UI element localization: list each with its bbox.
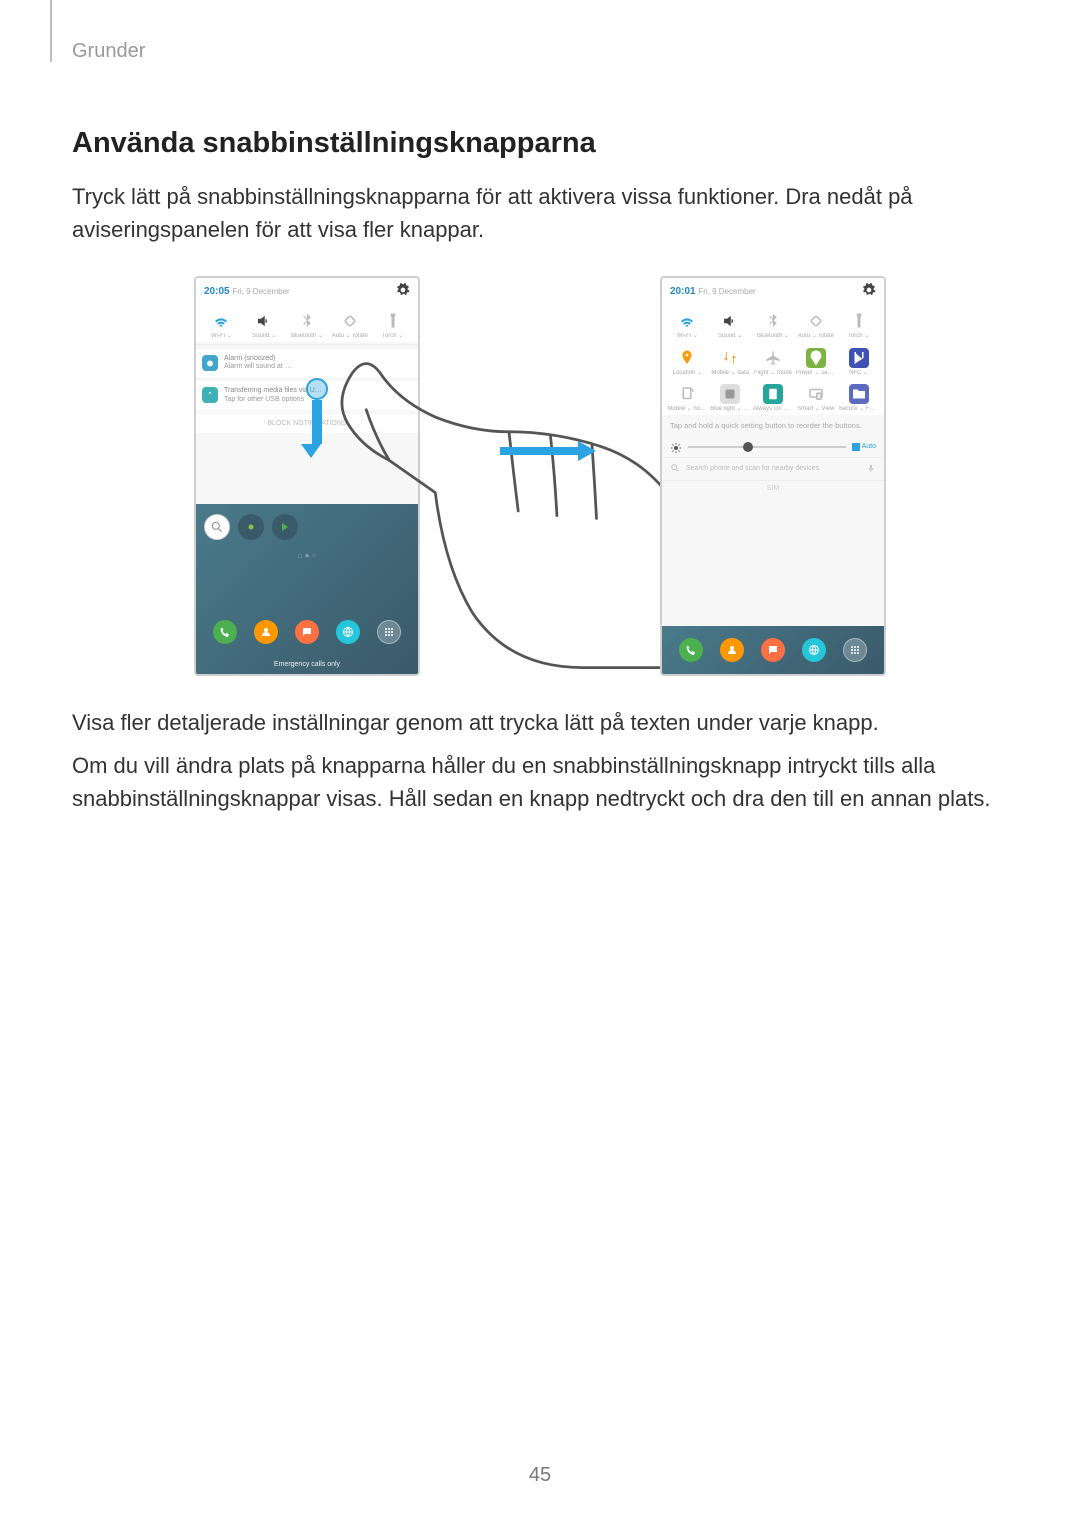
page-indicator: ⌂ ● ○ [196,545,418,566]
wifi-icon [211,311,231,331]
smart-view-icon [806,384,826,404]
mobile-data-icon [720,348,740,368]
paragraph-reorder: Om du vill ändra plats på knapparna håll… [72,749,1008,815]
wifi-icon [677,311,697,331]
power-saving-icon [806,348,826,368]
qs-auto-rotate[interactable]: Auto ⌄ rotate [330,311,370,340]
qs-flight-mode[interactable]: Flight ⌄ mode [753,348,793,377]
qs-location[interactable]: Location ⌄ [667,348,707,377]
figure-row: 20:05 Fri, 9 December Wi-Fi ⌄ Sound ⌄ [72,276,1008,676]
sound-icon [254,311,274,331]
alarm-icon [202,355,218,371]
status-time: 20:01 [670,286,696,297]
qs-wifi[interactable]: Wi-Fi ⌄ [201,311,241,340]
qs-blue-light[interactable]: Blue light ⌄ filter [710,384,750,413]
phone-screenshot-collapsed: 20:05 Fri, 9 December Wi-Fi ⌄ Sound ⌄ [194,276,420,676]
secure-folder-icon [849,384,869,404]
nfc-icon [849,348,869,368]
status-date: Fri, 9 December [232,287,289,296]
status-date: Fri, 9 December [698,287,755,296]
always-on-icon [763,384,783,404]
bluetooth-icon [297,311,317,331]
reorder-hint: Tap and hold a quick setting button to r… [662,415,884,437]
phone-app-icon[interactable] [213,620,237,644]
rotate-icon [806,311,826,331]
browser-app-icon[interactable] [336,620,360,644]
phone-app-icon[interactable] [679,638,703,662]
location-icon [677,348,697,368]
contacts-app-icon[interactable] [720,638,744,662]
airplane-icon [763,348,783,368]
browser-app-icon[interactable] [802,638,826,662]
section-title: Använda snabbinställningsknapparna [72,127,1008,160]
quick-settings-row: Wi-Fi ⌄ Sound ⌄ Bluetooth ⌄ Auto ⌄ rotat… [196,305,418,342]
breadcrumb: Grunder [72,40,1008,63]
dock [196,620,418,644]
messages-app-icon[interactable] [295,620,319,644]
qs-bluetooth[interactable]: Bluetooth ⌄ [753,311,793,340]
phone-screenshot-expanded: 20:01 Fri, 9 December Wi-Fi ⌄ Sound ⌄ Bl… [660,276,886,676]
auto-brightness-checkbox[interactable]: Auto [852,443,876,451]
qs-wifi[interactable]: Wi-Fi ⌄ [667,311,707,340]
brightness-slider[interactable]: Auto [662,437,884,457]
qs-bluetooth[interactable]: Bluetooth ⌄ [287,311,327,340]
finder-search[interactable]: Search phone and scan for nearby devices [662,457,884,480]
blue-light-icon [720,384,740,404]
contacts-app-icon[interactable] [254,620,278,644]
intro-paragraph: Tryck lätt på snabbinställningsknapparna… [72,180,1008,246]
gear-icon[interactable] [862,283,876,300]
rotate-icon [340,311,360,331]
emergency-label: Emergency calls only [196,661,418,668]
torch-icon [383,311,403,331]
qs-smart-view[interactable]: Smart ⌄ View [796,384,836,413]
status-time: 20:05 [204,286,230,297]
sound-icon [720,311,740,331]
search-placeholder: Search phone and scan for nearby devices [686,465,819,472]
qs-nfc[interactable]: NFC ⌄ [839,348,879,377]
qs-sound[interactable]: Sound ⌄ [710,311,750,340]
messages-app-icon[interactable] [761,638,785,662]
bluetooth-icon [763,311,783,331]
gear-icon[interactable] [396,283,410,300]
hotspot-icon [677,384,697,404]
google-icon[interactable] [204,514,230,540]
qs-secure-folder[interactable]: Secure ⌄ Folder [839,384,879,413]
play-store-icon[interactable] [272,514,298,540]
apps-drawer-icon[interactable] [377,620,401,644]
camera-icon[interactable] [238,514,264,540]
dock [662,638,884,662]
qs-sound[interactable]: Sound ⌄ [244,311,284,340]
paragraph-detail-settings: Visa fler detaljerade inställningar geno… [72,706,1008,739]
qs-mobile-data[interactable]: Mobile ⌄ data [710,348,750,377]
qs-always-on[interactable]: Always On ⌄ Display [753,384,793,413]
brightness-icon [670,441,682,453]
transition-arrow-icon [500,447,580,455]
page-number: 45 [0,1464,1080,1487]
notification-alarm[interactable]: Alarm (snoozed)Alarm will sound at … [196,349,418,378]
search-icon [670,463,680,475]
qs-power-saving[interactable]: Power ⌄ saving [796,348,836,377]
apps-drawer-icon[interactable] [843,638,867,662]
mic-icon[interactable] [866,463,876,475]
swipe-down-arrow-icon [306,378,328,458]
qs-mobile-hotspot[interactable]: Mobile ⌄ hotspot [667,384,707,413]
qs-torch[interactable]: Torch ⌄ [839,311,879,340]
usb-icon [202,387,218,403]
torch-icon [849,311,869,331]
sim-indicator: SIM [662,480,884,496]
qs-auto-rotate[interactable]: Auto ⌄ rotate [796,311,836,340]
qs-torch[interactable]: Torch ⌄ [373,311,413,340]
